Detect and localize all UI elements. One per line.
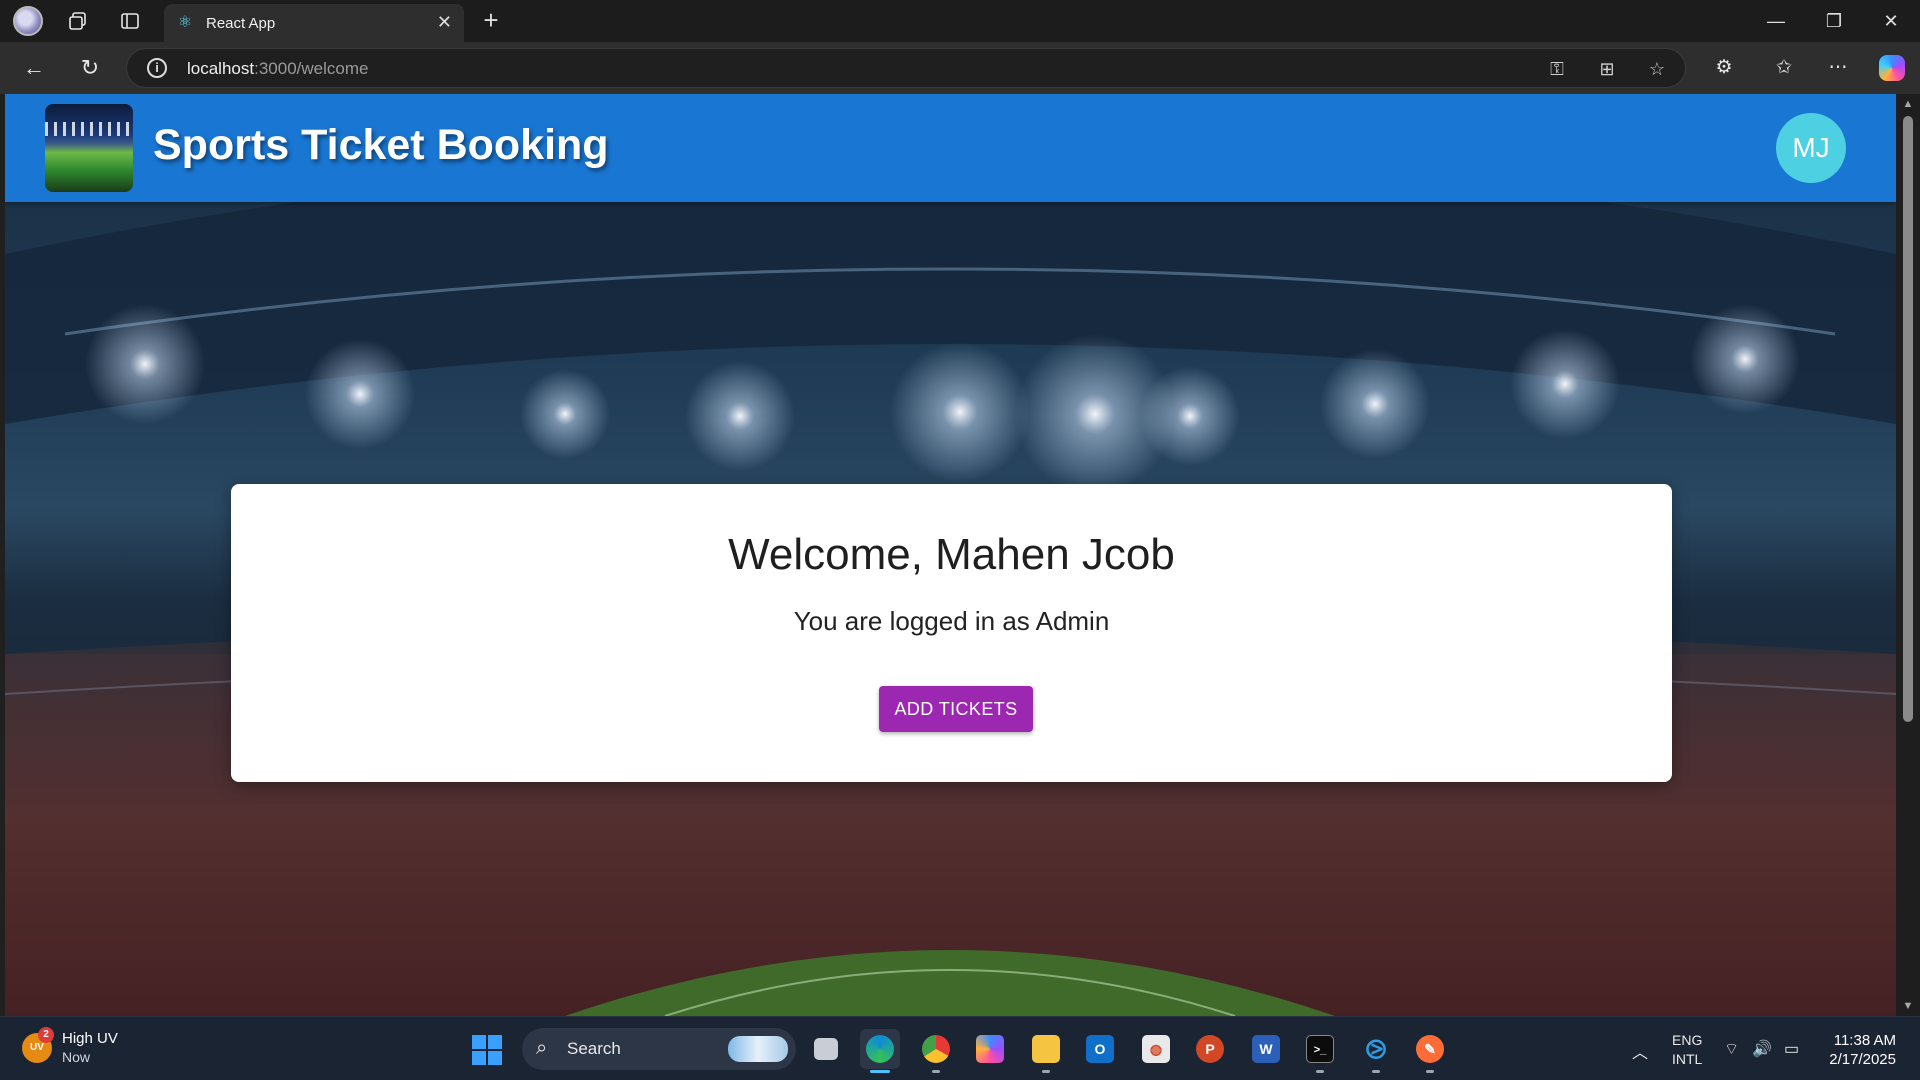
search-highlight-image [728, 1036, 788, 1062]
close-tab-icon[interactable]: ✕ [437, 12, 452, 33]
browser-tab-bar: ⚛ React App ✕ + — ❐ ✕ [0, 0, 1920, 42]
url-text[interactable]: localhost:3000/welcome [187, 59, 368, 79]
refresh-icon[interactable]: ↻ [72, 52, 108, 84]
workspaces-icon[interactable] [58, 6, 98, 36]
windows-start-icon[interactable] [472, 1035, 502, 1065]
vscode-icon[interactable]: ⧁ [1356, 1029, 1396, 1073]
weather-widget[interactable]: UV 2 High UV Now [22, 1027, 118, 1067]
file-explorer-icon[interactable] [1026, 1029, 1066, 1073]
add-tickets-button[interactable]: ADD TICKETS [879, 686, 1033, 732]
chevron-up-icon[interactable]: ︿ [1632, 1039, 1648, 1063]
address-bar[interactable]: i localhost:3000/welcome ⚿ ⊞ ☆ [126, 48, 1686, 88]
postman-icon[interactable]: ✎ [1410, 1029, 1450, 1073]
powerpoint-icon[interactable]: P [1190, 1029, 1230, 1069]
edge-icon[interactable] [860, 1029, 900, 1073]
stadium-logo[interactable] [45, 104, 133, 192]
back-arrow-icon[interactable]: ← [16, 52, 52, 84]
windows-taskbar: UV 2 High UV Now ⌕ Search O ◍ P W >_ ⧁ ✎ … [0, 1016, 1920, 1080]
role-text: You are logged in as Admin [793, 606, 1110, 636]
user-avatar[interactable]: MJ [1776, 113, 1846, 183]
app-available-icon[interactable]: ⊞ [1595, 57, 1619, 81]
react-icon: ⚛ [177, 14, 193, 31]
tab-title: React App [206, 14, 276, 32]
task-view-icon[interactable] [806, 1029, 846, 1069]
welcome-heading: Welcome, Mahen Jcob [728, 530, 1175, 579]
word-icon[interactable]: W [1246, 1029, 1286, 1069]
scroll-up-arrow-icon[interactable]: ▲ [1901, 98, 1915, 110]
vertical-tabs-icon[interactable] [110, 6, 150, 36]
restore-button[interactable]: ❐ [1805, 0, 1863, 42]
uv-icon: UV 2 [22, 1027, 54, 1063]
volume-icon[interactable]: 🔊 [1752, 1039, 1772, 1059]
browser-tab[interactable]: ⚛ React App ✕ [164, 4, 464, 42]
scroll-down-arrow-icon[interactable]: ▼ [1901, 1000, 1915, 1012]
site-info-icon[interactable]: i [147, 58, 167, 78]
scrollbar-thumb[interactable] [1903, 116, 1913, 722]
weather-title: High UV [62, 1030, 118, 1047]
copilot-icon[interactable] [1876, 54, 1908, 82]
copilot-app-icon[interactable] [970, 1029, 1010, 1069]
search-icon: ⌕ [536, 1037, 548, 1059]
minimize-button[interactable]: — [1747, 0, 1805, 42]
taskbar-search[interactable]: ⌕ Search [522, 1028, 796, 1070]
favorite-star-icon[interactable]: ☆ [1645, 57, 1669, 81]
office-icon[interactable]: ◍ [1136, 1029, 1176, 1069]
welcome-card: Welcome, Mahen Jcob You are logged in as… [231, 484, 1672, 782]
new-tab-button[interactable]: + [474, 6, 508, 36]
browser-toolbar: ← ↻ i localhost:3000/welcome ⚿ ⊞ ☆ ⚙ ✩ ⋯ [0, 42, 1920, 94]
favorites-icon[interactable]: ✩ [1768, 54, 1800, 82]
app-header: Sports Ticket Booking MJ [5, 94, 1896, 202]
more-menu-icon[interactable]: ⋯ [1822, 54, 1854, 82]
page-scrollbar[interactable]: ▲ ▼ [1896, 94, 1920, 1016]
profile-avatar[interactable] [8, 6, 48, 36]
key-icon[interactable]: ⚿ [1545, 57, 1569, 81]
language-indicator[interactable]: ENG INTL [1672, 1031, 1702, 1069]
close-window-button[interactable]: ✕ [1862, 0, 1920, 42]
chrome-icon[interactable] [916, 1029, 956, 1073]
weather-subtitle: Now [62, 1049, 91, 1065]
outlook-icon[interactable]: O [1080, 1029, 1120, 1069]
terminal-icon[interactable]: >_ [1300, 1029, 1340, 1073]
extensions-icon[interactable]: ⚙ [1708, 54, 1740, 82]
notification-badge: 2 [38, 1027, 54, 1043]
search-label: Search [567, 1039, 621, 1058]
wifi-icon[interactable]: ⌔ [1724, 1039, 1739, 1059]
battery-icon[interactable]: ▭ [1784, 1039, 1799, 1059]
clock[interactable]: 11:38 AM 2/17/2025 [1822, 1031, 1896, 1069]
app-title: Sports Ticket Booking [153, 121, 609, 169]
page-viewport: Sports Ticket Booking MJ Welcome, Mahen … [5, 94, 1896, 1016]
